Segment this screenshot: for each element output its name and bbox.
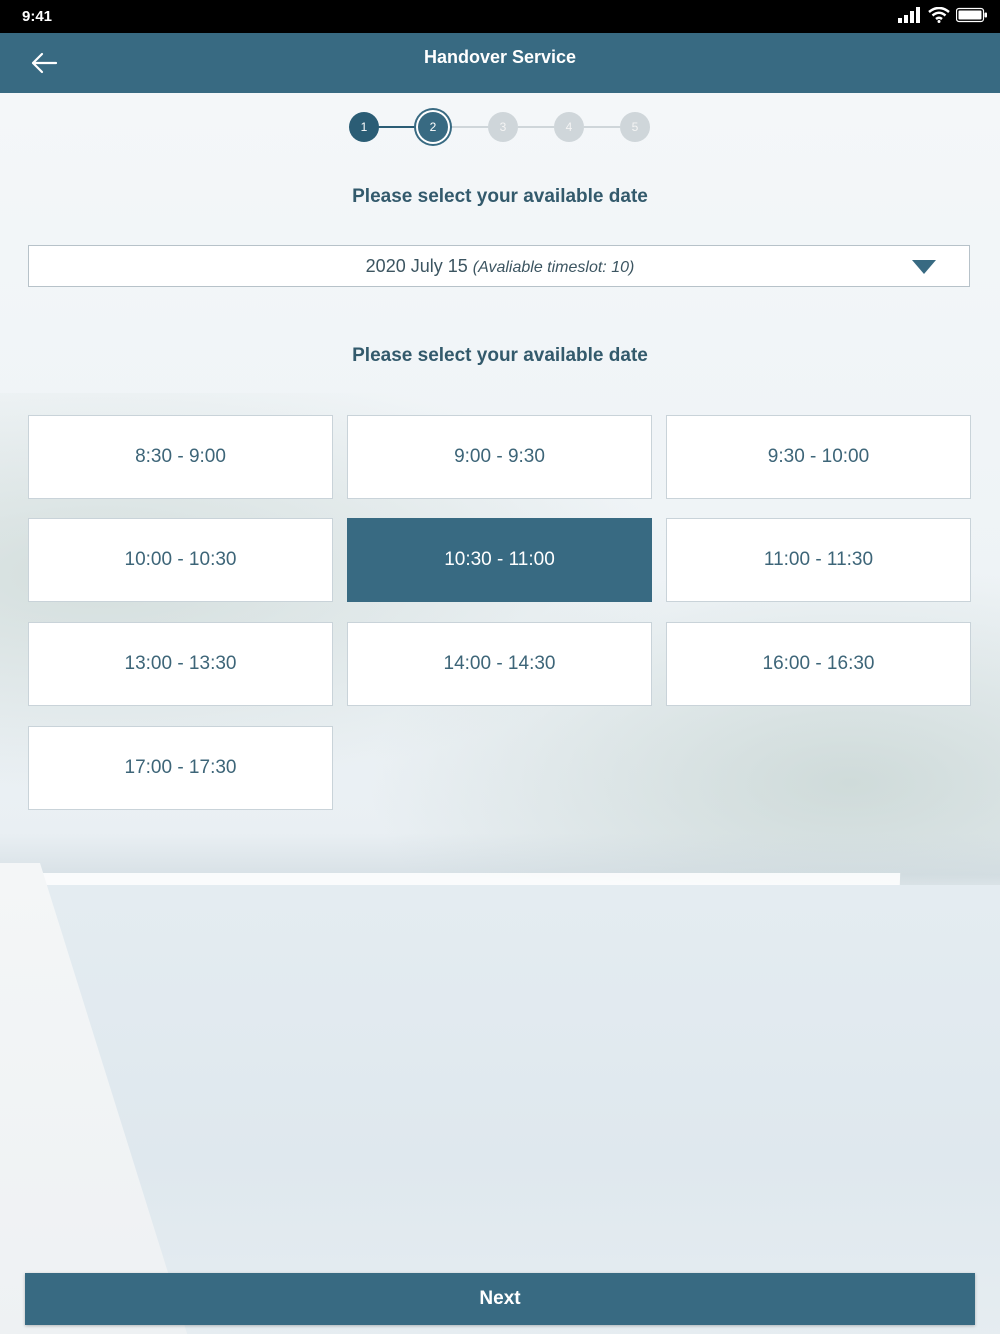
status-bar: 9:41 [0, 0, 1000, 33]
page-title: Handover Service [423, 47, 577, 67]
wifi-icon [928, 7, 950, 23]
app-header: Handover Service [0, 33, 1000, 93]
signal-icon [898, 7, 920, 23]
timeslot-button[interactable]: 14:00 - 14:30 [347, 622, 652, 706]
date-dropdown[interactable]: 2020 July 15 (Avaliable timeslot: 10) [28, 245, 970, 287]
date-section-label: Please select your available date [352, 186, 648, 207]
timeslot-button[interactable]: 8:30 - 9:00 [28, 415, 333, 499]
chevron-down-icon [912, 260, 936, 274]
timeslot-button[interactable]: 9:30 - 10:00 [666, 415, 971, 499]
timeslot-button[interactable]: 10:00 - 10:30 [28, 518, 333, 602]
step-1: 1 [349, 112, 379, 142]
battery-icon [956, 7, 987, 23]
available-timeslot-note: (Avaliable timeslot: 10) [472, 259, 635, 276]
timeslot-button[interactable]: 16:00 - 16:30 [666, 622, 971, 706]
timeslot-button[interactable]: 13:00 - 13:30 [28, 622, 333, 706]
selected-date: 2020 July 15 [365, 256, 468, 276]
step-5: 5 [620, 112, 650, 142]
timeslot-button[interactable]: 17:00 - 17:30 [28, 726, 333, 810]
progress-stepper: 1 2 3 4 5 [348, 110, 652, 144]
time-section-label: Please select your available date [352, 345, 648, 366]
step-3: 3 [488, 112, 518, 142]
next-button[interactable]: Next [25, 1273, 975, 1325]
date-dropdown-value: 2020 July 15 (Avaliable timeslot: 10) [29, 256, 971, 277]
timeslot-button-selected[interactable]: 10:30 - 11:00 [347, 518, 652, 602]
timeslot-button[interactable]: 11:00 - 11:30 [666, 518, 971, 602]
step-4: 4 [554, 112, 584, 142]
status-time: 9:41 [22, 8, 53, 25]
timeslot-button[interactable]: 9:00 - 9:30 [347, 415, 652, 499]
step-2: 2 [418, 112, 448, 142]
